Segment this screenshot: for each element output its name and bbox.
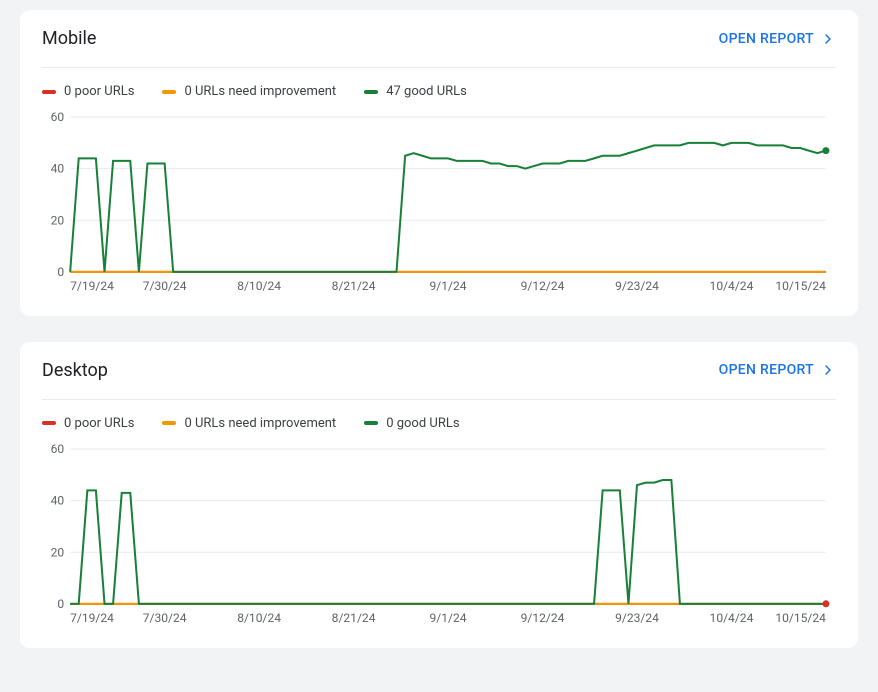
- svg-text:9/1/24: 9/1/24: [430, 279, 467, 293]
- svg-text:8/10/24: 8/10/24: [237, 279, 281, 293]
- legend-item-good: 47 good URLs: [364, 84, 467, 99]
- legend-label: 47 good URLs: [386, 84, 467, 99]
- series-good: [70, 143, 826, 272]
- swatch-improve: [162, 90, 176, 94]
- card-title: Mobile: [42, 28, 96, 49]
- legend-label: 0 URLs need improvement: [184, 416, 336, 431]
- svg-text:7/19/24: 7/19/24: [70, 279, 114, 293]
- legend-item-poor: 0 poor URLs: [42, 84, 134, 99]
- legend: 0 poor URLs 0 URLs need improvement 47 g…: [42, 68, 836, 107]
- card-mobile: Mobile OPEN REPORT 0 poor URLs 0 URLs ne…: [20, 10, 858, 316]
- open-report-label: OPEN REPORT: [719, 362, 814, 378]
- legend: 0 poor URLs 0 URLs need improvement 0 go…: [42, 400, 836, 439]
- series-good: [70, 480, 826, 604]
- swatch-good: [364, 421, 378, 425]
- card-desktop: Desktop OPEN REPORT 0 poor URLs 0 URLs n…: [20, 342, 858, 648]
- end-marker: [822, 600, 829, 607]
- card-header: Desktop OPEN REPORT: [42, 360, 836, 400]
- line-chart: 0 20 40 60 7/19/24 7/30/24 8/10/24 8/21/24 9/1/2…: [42, 107, 836, 298]
- svg-text:10/15/24: 10/15/24: [775, 611, 826, 625]
- svg-text:10/4/24: 10/4/24: [710, 279, 754, 293]
- chart: 0 20 40 60 7/19/24 7/30/24 8/10/24 8/21/24 9/1/2…: [42, 107, 836, 298]
- svg-text:10/4/24: 10/4/24: [710, 611, 754, 625]
- open-report-label: OPEN REPORT: [719, 31, 814, 47]
- line-chart: 0 20 40 60 7/19/24 7/30/24 8/10/24 8/21/24 9/1/2…: [42, 439, 836, 630]
- swatch-good: [364, 90, 378, 94]
- svg-text:60: 60: [51, 110, 65, 124]
- svg-text:40: 40: [51, 494, 65, 508]
- legend-item-good: 0 good URLs: [364, 416, 459, 431]
- open-report-button[interactable]: OPEN REPORT: [719, 362, 836, 378]
- legend-item-improve: 0 URLs need improvement: [162, 84, 336, 99]
- svg-text:8/21/24: 8/21/24: [332, 279, 376, 293]
- legend-item-improve: 0 URLs need improvement: [162, 416, 336, 431]
- svg-text:8/10/24: 8/10/24: [237, 611, 281, 625]
- chevron-right-icon: [820, 362, 836, 378]
- svg-text:9/1/24: 9/1/24: [430, 611, 467, 625]
- card-title: Desktop: [42, 360, 108, 381]
- svg-text:9/12/24: 9/12/24: [521, 279, 565, 293]
- end-marker: [822, 147, 829, 154]
- svg-text:20: 20: [51, 545, 65, 559]
- svg-text:0: 0: [57, 597, 64, 611]
- swatch-improve: [162, 421, 176, 425]
- svg-text:10/15/24: 10/15/24: [775, 279, 826, 293]
- svg-text:7/19/24: 7/19/24: [70, 611, 114, 625]
- swatch-poor: [42, 90, 56, 94]
- svg-text:0: 0: [57, 265, 64, 279]
- svg-text:9/23/24: 9/23/24: [615, 279, 659, 293]
- open-report-button[interactable]: OPEN REPORT: [719, 31, 836, 47]
- svg-text:7/30/24: 7/30/24: [143, 279, 187, 293]
- chevron-right-icon: [820, 31, 836, 47]
- svg-text:9/12/24: 9/12/24: [521, 611, 565, 625]
- swatch-poor: [42, 421, 56, 425]
- legend-label: 0 poor URLs: [64, 84, 134, 99]
- chart: 0 20 40 60 7/19/24 7/30/24 8/10/24 8/21/24 9/1/2…: [42, 439, 836, 630]
- svg-text:7/30/24: 7/30/24: [143, 611, 187, 625]
- svg-text:40: 40: [51, 162, 65, 176]
- legend-label: 0 poor URLs: [64, 416, 134, 431]
- legend-label: 0 URLs need improvement: [184, 84, 336, 99]
- svg-text:8/21/24: 8/21/24: [332, 611, 376, 625]
- legend-item-poor: 0 poor URLs: [42, 416, 134, 431]
- svg-text:9/23/24: 9/23/24: [615, 611, 659, 625]
- card-header: Mobile OPEN REPORT: [42, 28, 836, 68]
- svg-text:20: 20: [51, 213, 65, 227]
- page: Mobile OPEN REPORT 0 poor URLs 0 URLs ne…: [0, 0, 878, 668]
- legend-label: 0 good URLs: [386, 416, 459, 431]
- svg-text:60: 60: [51, 442, 65, 456]
